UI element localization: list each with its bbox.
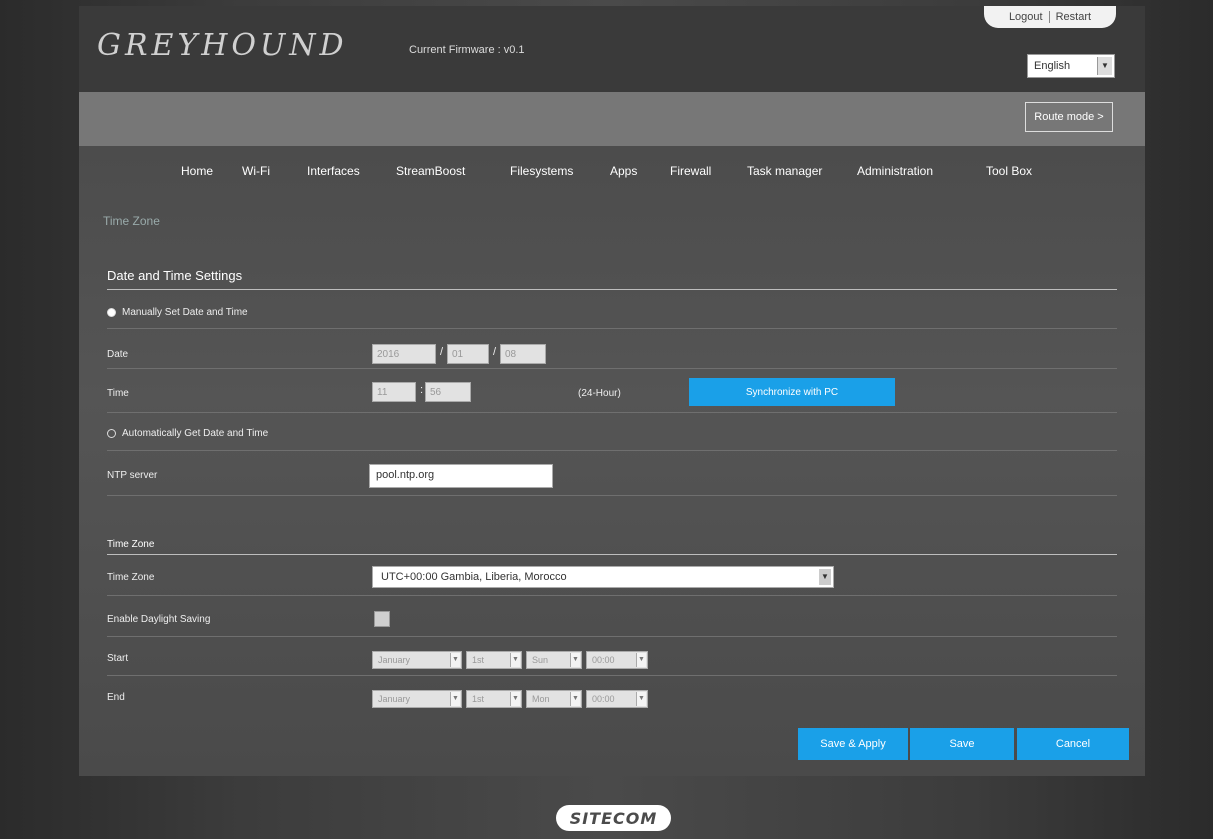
start-month-select[interactable]: January ▼ <box>372 651 462 669</box>
dst-start-label: Start <box>107 653 129 664</box>
chevron-down-icon: ▼ <box>819 569 831 585</box>
row-divider <box>107 495 1117 496</box>
nav-administration[interactable]: Administration <box>857 164 933 178</box>
end-time-select[interactable]: 00:00 ▼ <box>586 690 648 708</box>
date-time-section-title: Date and Time Settings <box>107 268 243 283</box>
date-month-input[interactable]: 01 <box>447 344 489 364</box>
nav-filesystems[interactable]: Filesystems <box>510 164 573 178</box>
chevron-down-icon: ▼ <box>510 692 520 706</box>
nav-apps[interactable]: Apps <box>610 164 637 178</box>
row-divider <box>107 328 1117 329</box>
chevron-down-icon: ▼ <box>1097 57 1112 75</box>
start-week-value: 1st <box>472 655 485 665</box>
auto-radio-label: Automatically Get Date and Time <box>122 428 269 439</box>
dst-end-label: End <box>107 692 125 703</box>
logout-link[interactable]: Logout <box>1003 11 1049 23</box>
nav-tool-box[interactable]: Tool Box <box>986 164 1032 178</box>
row-divider <box>107 450 1117 451</box>
date-label: Date <box>107 349 129 360</box>
start-time-select[interactable]: 00:00 ▼ <box>586 651 648 669</box>
chevron-down-icon: ▼ <box>636 692 646 706</box>
date-separator: / <box>493 346 497 358</box>
save-button[interactable]: Save <box>910 728 1014 760</box>
save-apply-button[interactable]: Save & Apply <box>798 728 908 760</box>
ntp-server-input[interactable]: pool.ntp.org <box>369 464 553 488</box>
hour-format-label: (24-Hour) <box>578 388 621 399</box>
end-week-value: 1st <box>472 694 485 704</box>
row-divider <box>107 675 1117 676</box>
firmware-version: Current Firmware : v0.1 <box>409 44 525 56</box>
time-zone-label: Time Zone <box>107 572 155 583</box>
end-day-value: Mon <box>532 694 550 704</box>
manual-radio-row[interactable]: Manually Set Date and Time <box>107 307 248 318</box>
cancel-button[interactable]: Cancel <box>1017 728 1129 760</box>
main-nav: Home Wi-Fi Interfaces StreamBoost Filesy… <box>79 146 1145 196</box>
time-minute-input[interactable]: 56 <box>425 382 471 402</box>
chevron-down-icon: ▼ <box>450 653 460 667</box>
end-month-value: January <box>378 694 411 704</box>
chevron-down-icon: ▼ <box>450 692 460 706</box>
date-separator: / <box>440 346 444 358</box>
mode-band: Route mode > <box>79 92 1145 146</box>
nav-wifi[interactable]: Wi-Fi <box>242 164 270 178</box>
manual-radio[interactable] <box>107 308 116 317</box>
start-day-select[interactable]: Sun ▼ <box>526 651 582 669</box>
manual-radio-label: Manually Set Date and Time <box>122 307 248 318</box>
chevron-down-icon: ▼ <box>636 653 646 667</box>
date-day-input[interactable]: 08 <box>500 344 546 364</box>
language-value: English <box>1034 60 1071 72</box>
language-select[interactable]: English ▼ <box>1027 54 1115 78</box>
daylight-saving-label: Enable Daylight Saving <box>107 614 211 625</box>
route-mode-button[interactable]: Route mode > <box>1025 102 1113 132</box>
main-content: Home Wi-Fi Interfaces StreamBoost Filesy… <box>79 146 1145 776</box>
ntp-server-label: NTP server <box>107 470 158 481</box>
sitecom-logo: SITECOM <box>556 805 671 831</box>
row-divider <box>107 595 1117 596</box>
greyhound-logo: GREYHOUND <box>97 28 348 63</box>
page-title: Time Zone <box>103 214 160 228</box>
row-divider <box>107 412 1117 413</box>
date-year-input[interactable]: 2016 <box>372 344 436 364</box>
start-time-value: 00:00 <box>592 655 615 665</box>
time-hour-input[interactable]: 11 <box>372 382 416 402</box>
end-time-value: 00:00 <box>592 694 615 704</box>
session-tab: Logout Restart <box>984 6 1116 28</box>
time-separator: : <box>420 384 424 396</box>
end-day-select[interactable]: Mon ▼ <box>526 690 582 708</box>
daylight-saving-checkbox[interactable] <box>374 611 390 627</box>
time-zone-value: UTC+00:00 Gambia, Liberia, Morocco <box>381 571 567 583</box>
start-day-value: Sun <box>532 655 549 665</box>
nav-task-manager[interactable]: Task manager <box>747 164 822 178</box>
start-month-value: January <box>378 655 411 665</box>
time-label: Time <box>107 388 129 399</box>
nav-firewall[interactable]: Firewall <box>670 164 711 178</box>
time-zone-select[interactable]: UTC+00:00 Gambia, Liberia, Morocco ▼ <box>372 566 834 588</box>
chevron-down-icon: ▼ <box>510 653 520 667</box>
row-divider <box>107 368 1117 369</box>
header: GREYHOUND Current Firmware : v0.1 Logout… <box>79 6 1145 92</box>
router-frame: GREYHOUND Current Firmware : v0.1 Logout… <box>79 6 1145 776</box>
restart-link[interactable]: Restart <box>1050 11 1097 23</box>
time-zone-section-title: Time Zone <box>107 539 155 550</box>
auto-radio[interactable] <box>107 429 116 438</box>
end-week-select[interactable]: 1st ▼ <box>466 690 522 708</box>
nav-interfaces[interactable]: Interfaces <box>307 164 360 178</box>
nav-streamboost[interactable]: StreamBoost <box>396 164 465 178</box>
section-rule <box>107 289 1117 290</box>
end-month-select[interactable]: January ▼ <box>372 690 462 708</box>
nav-home[interactable]: Home <box>181 164 213 178</box>
sync-with-pc-button[interactable]: Synchronize with PC <box>689 378 895 406</box>
chevron-down-icon: ▼ <box>570 692 580 706</box>
start-week-select[interactable]: 1st ▼ <box>466 651 522 669</box>
chevron-down-icon: ▼ <box>570 653 580 667</box>
section-rule <box>107 554 1117 555</box>
row-divider <box>107 636 1117 637</box>
auto-radio-row[interactable]: Automatically Get Date and Time <box>107 428 268 439</box>
